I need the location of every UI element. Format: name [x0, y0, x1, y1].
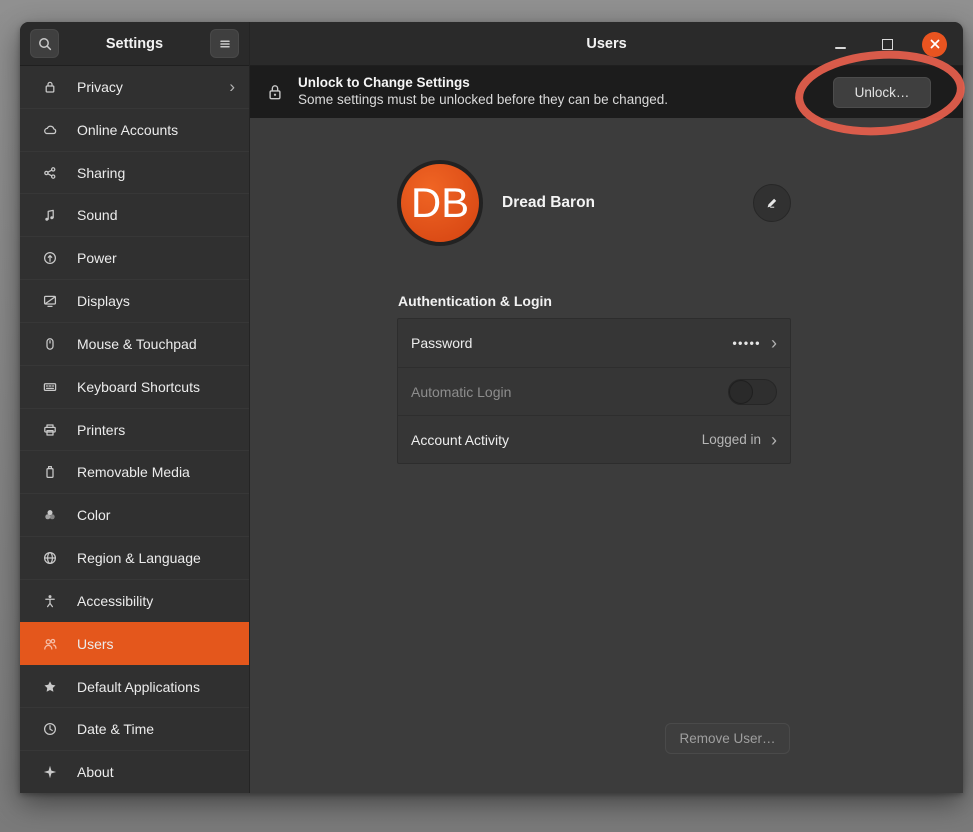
auth-section-heading: Authentication & Login [398, 293, 552, 309]
chevron-right-icon: › [229, 78, 235, 95]
sidebar-item-default-applications[interactable]: Default Applications [20, 665, 249, 708]
sidebar-item-label: Users [77, 636, 235, 652]
sidebar-item-label: Keyboard Shortcuts [77, 379, 235, 395]
maximize-button[interactable] [875, 32, 899, 56]
sidebar-item-accessibility[interactable]: Accessibility [20, 579, 249, 622]
globe-icon [41, 550, 58, 567]
pencil-icon [764, 195, 780, 211]
sidebar-item-power[interactable]: Power [20, 236, 249, 279]
remove-user-button[interactable]: Remove User… [665, 723, 790, 754]
sidebar-item-label: Sharing [77, 165, 235, 181]
sidebar-item-label: Default Applications [77, 679, 235, 695]
sidebar-item-label: Mouse & Touchpad [77, 336, 235, 352]
minimize-button[interactable] [828, 32, 852, 56]
toggle-knob [729, 380, 753, 404]
music-note-icon [41, 207, 58, 224]
sidebar-item-label: Privacy [77, 79, 229, 95]
minimize-icon [835, 47, 846, 49]
password-dots: ••••• [732, 336, 761, 350]
sidebar: Settings Privacy › Online Accounts [20, 22, 250, 793]
sidebar-item-label: Displays [77, 293, 235, 309]
sidebar-item-keyboard-shortcuts[interactable]: Keyboard Shortcuts [20, 365, 249, 408]
banner-subtitle: Some settings must be unlocked before th… [298, 92, 819, 109]
edit-name-button[interactable] [753, 184, 791, 222]
sidebar-item-color[interactable]: Color [20, 493, 249, 536]
sidebar-item-users[interactable]: Users [20, 622, 249, 665]
content-pane: Users Unlock to Change Settings Some set… [250, 22, 963, 793]
printer-icon [41, 421, 58, 438]
color-circles-icon [41, 507, 58, 524]
sidebar-item-online-accounts[interactable]: Online Accounts [20, 108, 249, 151]
user-card: DB Dread Baron [397, 156, 791, 250]
sidebar-item-label: Region & Language [77, 550, 235, 566]
password-row[interactable]: Password ••••• › [398, 319, 790, 367]
banner-lock-icon [266, 82, 284, 102]
sidebar-item-privacy[interactable]: Privacy › [20, 66, 249, 108]
keyboard-icon [41, 378, 58, 395]
sidebar-item-removable-media[interactable]: Removable Media [20, 450, 249, 493]
unlock-banner: Unlock to Change Settings Some settings … [250, 66, 963, 118]
hamburger-icon [217, 36, 233, 52]
avatar: DB [397, 160, 483, 246]
sidebar-item-label: Accessibility [77, 593, 235, 609]
automatic-login-toggle[interactable] [728, 379, 777, 405]
sidebar-item-about[interactable]: About [20, 750, 249, 793]
sparkle-icon [41, 764, 58, 781]
password-label: Password [411, 335, 732, 351]
close-button[interactable] [922, 32, 947, 57]
display-icon [41, 293, 58, 310]
accessibility-icon [41, 592, 58, 609]
sidebar-item-sharing[interactable]: Sharing [20, 151, 249, 194]
banner-text: Unlock to Change Settings Some settings … [298, 75, 819, 109]
content-titlebar: Users [250, 22, 963, 66]
sidebar-item-sound[interactable]: Sound [20, 193, 249, 236]
page-title: Users [586, 36, 626, 52]
share-icon [41, 164, 58, 181]
maximize-icon [882, 39, 893, 50]
sidebar-item-label: Color [77, 507, 235, 523]
banner-title: Unlock to Change Settings [298, 75, 819, 92]
sidebar-item-mouse-touchpad[interactable]: Mouse & Touchpad [20, 322, 249, 365]
flash-drive-icon [41, 464, 58, 481]
sidebar-item-label: Power [77, 250, 235, 266]
users-icon [41, 635, 58, 652]
cloud-icon [41, 121, 58, 138]
search-button[interactable] [30, 29, 59, 58]
users-panel: DB Dread Baron Authentication & Login Pa… [250, 118, 963, 793]
sidebar-item-label: Online Accounts [77, 122, 235, 138]
sidebar-item-label: Sound [77, 207, 235, 223]
chevron-right-icon: › [771, 334, 777, 352]
auth-listbox: Password ••••• › Automatic Login Account… [397, 318, 791, 464]
menu-button[interactable] [210, 29, 239, 58]
sidebar-item-label: About [77, 764, 235, 780]
account-activity-value: Logged in [702, 432, 761, 447]
star-icon [41, 678, 58, 695]
power-gauge-icon [41, 250, 58, 267]
sidebar-titlebar: Settings [20, 22, 249, 66]
sidebar-item-region-language[interactable]: Region & Language [20, 536, 249, 579]
automatic-login-label: Automatic Login [411, 384, 728, 400]
automatic-login-row: Automatic Login [398, 367, 790, 415]
close-icon [929, 38, 941, 50]
sidebar-list: Privacy › Online Accounts Sharing So [20, 66, 249, 793]
settings-window: Settings Privacy › Online Accounts [20, 22, 963, 793]
lock-icon [41, 78, 58, 95]
sidebar-item-label: Printers [77, 422, 235, 438]
unlock-button[interactable]: Unlock… [833, 77, 931, 108]
sidebar-item-displays[interactable]: Displays [20, 279, 249, 322]
search-icon [37, 36, 53, 52]
chevron-right-icon: › [771, 431, 777, 449]
sidebar-item-label: Removable Media [77, 464, 235, 480]
account-activity-row[interactable]: Account Activity Logged in › [398, 415, 790, 463]
window-controls [828, 22, 947, 66]
clock-icon [41, 721, 58, 738]
settings-title: Settings [59, 36, 210, 52]
sidebar-item-label: Date & Time [77, 721, 235, 737]
mouse-icon [41, 335, 58, 352]
sidebar-item-date-time[interactable]: Date & Time [20, 707, 249, 750]
sidebar-item-printers[interactable]: Printers [20, 408, 249, 451]
user-name: Dread Baron [502, 194, 595, 212]
account-activity-label: Account Activity [411, 432, 702, 448]
